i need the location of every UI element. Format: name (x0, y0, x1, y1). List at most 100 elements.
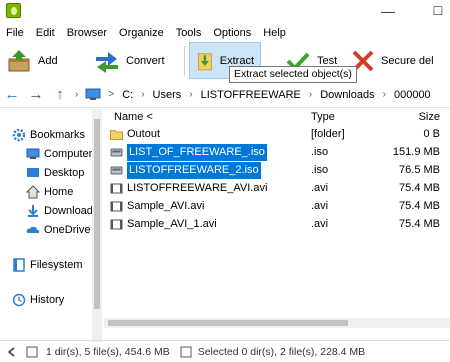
convert-label: Convert (126, 54, 165, 67)
file-name-cell[interactable]: LISTOFFREEWARE_AVI.avi (110, 180, 267, 197)
sidebar-label: Desktop (44, 167, 85, 179)
folder-icon (110, 130, 123, 140)
crumb-downloads[interactable]: Downloads (315, 89, 379, 101)
crumb-drive[interactable]: C: (117, 89, 138, 101)
file-name-cell[interactable]: Sample_AVI_1.avi (110, 216, 217, 233)
sidebar-item-bookmarks[interactable]: Bookmarks (12, 127, 85, 143)
column-header-type[interactable]: Type (311, 109, 335, 126)
scrollbar-thumb[interactable] (108, 320, 348, 326)
title-bar: — ☐ (0, 0, 450, 23)
app-icon (6, 3, 21, 18)
file-name-cell[interactable]: Outout (110, 126, 160, 143)
gear-icon (12, 128, 26, 142)
computer-icon[interactable] (85, 88, 101, 101)
file-size: 75.4 MB (399, 200, 440, 212)
sidebar-item-downloads[interactable]: Downloads (26, 203, 98, 219)
root-chevron-icon[interactable]: › (72, 89, 81, 100)
sidebar-item-filesystem[interactable]: Filesystem (12, 257, 83, 273)
file-size: 76.5 MB (399, 164, 440, 176)
file-name-cell[interactable]: Sample_AVI.avi (110, 198, 204, 215)
sidebar-item-computer[interactable]: Computer's (26, 146, 100, 162)
menu-bar: File Edit Browser Organize Tools Options… (0, 24, 450, 42)
cloud-icon (26, 226, 40, 233)
toolbar: Add Convert Extract Test Secure del (0, 42, 450, 79)
sidebar-scrollbar[interactable] (92, 109, 102, 342)
sidebar-item-onedrive[interactable]: OneDrive (26, 222, 90, 238)
file-type: .iso (311, 164, 329, 176)
menu-browser[interactable]: Browser (61, 24, 113, 42)
secure-delete-button[interactable]: Secure del (345, 42, 445, 79)
sidebar-item-desktop[interactable]: Desktop (26, 165, 84, 181)
forward-arrow-icon[interactable]: → (24, 86, 48, 103)
add-button[interactable]: Add (0, 42, 88, 79)
file-type: .avi (311, 218, 329, 230)
disk-image-icon (110, 166, 123, 175)
column-header-name[interactable]: Name < (114, 109, 153, 126)
file-row[interactable]: Outout [folder] 0 B (104, 126, 450, 143)
crumb-user-folder[interactable]: LISTOFFREEWARE (196, 89, 306, 101)
file-row[interactable]: LIST_OF_FREEWARE_.iso .iso 151.9 MB (104, 144, 450, 161)
minimize-icon[interactable]: — (378, 2, 398, 20)
crumb-current-folder[interactable]: 000000 AVI (389, 89, 433, 101)
file-size: 75.4 MB (399, 182, 440, 194)
sidebar-label: Bookmarks (30, 129, 86, 141)
toolbar-divider (184, 45, 185, 76)
back-arrow-icon[interactable]: ← (0, 86, 24, 103)
file-name: Sample_AVI.avi (127, 200, 205, 212)
disk-image-icon (110, 148, 123, 157)
computer-icon (26, 148, 40, 159)
file-row[interactable]: LISTOFFREEWARE_2.iso .iso 76.5 MB (104, 162, 450, 179)
secure-delete-label: Secure del (381, 54, 434, 67)
menu-edit[interactable]: Edit (30, 24, 61, 42)
extract-label: Extract (219, 54, 254, 67)
file-row[interactable]: LISTOFFREEWARE_AVI.avi .avi 75.4 MB (104, 180, 450, 197)
file-name: LISTOFFREEWARE_2.iso (127, 162, 261, 179)
scrollbar-thumb[interactable] (94, 119, 100, 309)
add-label: Add (38, 54, 58, 67)
crumb-separator: > (108, 89, 115, 100)
back-arrow-icon[interactable] (6, 346, 18, 358)
file-type: .avi (311, 200, 329, 212)
file-row[interactable]: Sample_AVI.avi .avi 75.4 MB (104, 198, 450, 215)
file-type: .iso (311, 146, 329, 158)
extract-tooltip: Extract selected object(s) (229, 66, 357, 83)
column-header-size[interactable]: Size (419, 109, 440, 126)
sidebar-item-history[interactable]: History (12, 292, 64, 308)
menu-organize[interactable]: Organize (113, 24, 170, 42)
home-icon (26, 185, 40, 199)
status-bar: 1 dir(s), 5 file(s), 454.6 MB Selected 0… (0, 340, 450, 362)
menu-help[interactable]: Help (257, 24, 292, 42)
file-type: .avi (311, 182, 329, 194)
file-name: Sample_AVI_1.avi (127, 218, 217, 230)
sidebar-label: History (30, 294, 65, 306)
status-summary: 1 dir(s), 5 file(s), 454.6 MB (46, 345, 170, 358)
sidebar-label: Home (44, 186, 74, 198)
horizontal-scrollbar[interactable] (104, 318, 450, 328)
maximize-icon[interactable]: ☐ (428, 2, 448, 20)
desktop-icon (27, 168, 39, 177)
sidebar-label: OneDrive (44, 224, 91, 236)
up-arrow-icon[interactable]: ↑ (48, 86, 72, 103)
sidebar-label: Filesystem (30, 259, 83, 271)
checkbox-icon[interactable] (26, 346, 38, 358)
video-file-icon (110, 219, 123, 230)
file-name-cell[interactable]: LIST_OF_FREEWARE_.iso (110, 144, 267, 161)
convert-button[interactable]: Convert (88, 42, 180, 79)
video-file-icon (110, 183, 123, 194)
menu-tools[interactable]: Tools (170, 24, 208, 42)
file-name-cell[interactable]: LISTOFFREEWARE_2.iso (110, 162, 261, 179)
checkbox-icon[interactable] (180, 346, 192, 358)
video-file-icon (110, 201, 123, 212)
menu-options[interactable]: Options (207, 24, 257, 42)
crumb-separator: › (141, 89, 145, 100)
crumb-users[interactable]: Users (148, 89, 187, 101)
menu-file[interactable]: File (0, 24, 30, 42)
sidebar-item-home[interactable]: Home (26, 184, 73, 200)
file-type: [folder] (311, 128, 345, 140)
file-name: Outout (127, 128, 161, 140)
file-row[interactable]: Sample_AVI_1.avi .avi 75.4 MB (104, 216, 450, 233)
crumb-separator: › (308, 89, 313, 100)
file-size: 151.9 MB (392, 146, 440, 158)
crumb-separator: › (189, 89, 193, 100)
test-label: Test (317, 54, 338, 67)
